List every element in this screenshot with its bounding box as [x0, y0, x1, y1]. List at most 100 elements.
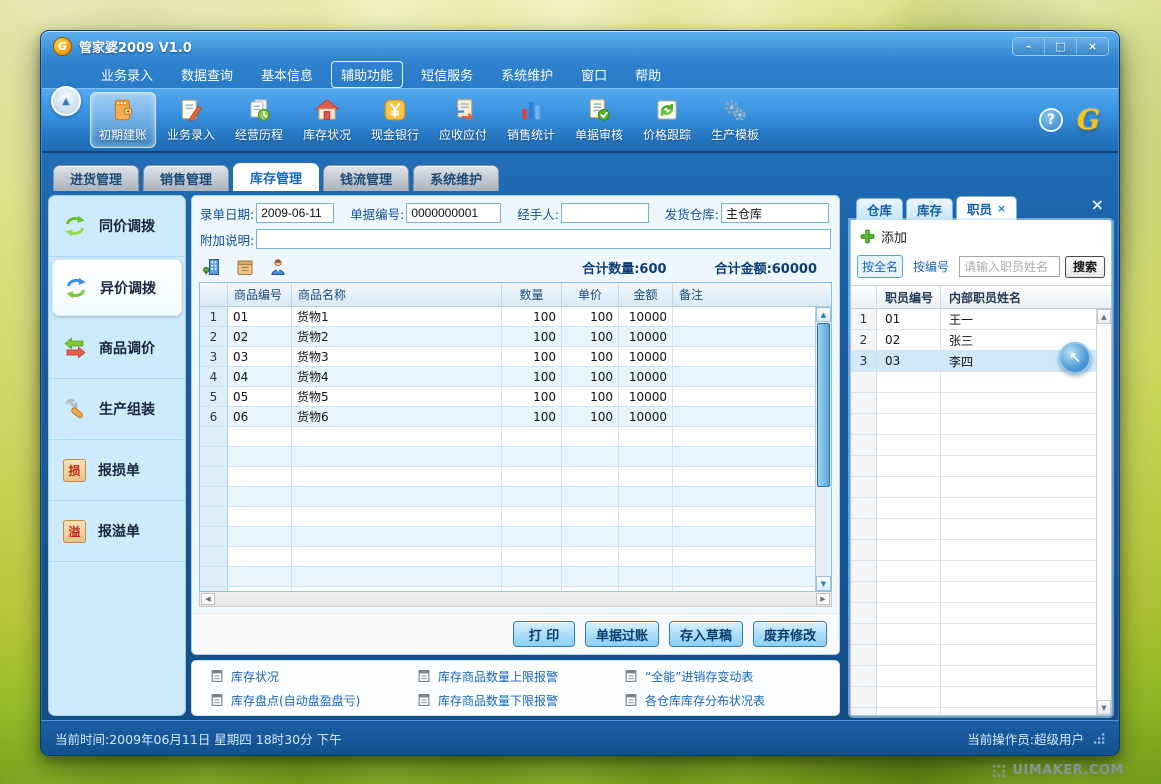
table-cell[interactable] — [941, 645, 1096, 666]
search-button[interactable]: 搜索 — [1065, 256, 1105, 278]
table-cell[interactable] — [619, 487, 673, 507]
add-row[interactable]: 添加 — [851, 220, 1111, 250]
table-cell[interactable]: 03 — [228, 347, 292, 367]
table-cell[interactable] — [851, 561, 877, 582]
table-cell[interactable] — [877, 456, 941, 477]
table-cell[interactable] — [562, 487, 619, 507]
table-cell[interactable]: 01 — [877, 309, 941, 330]
employee-row[interactable] — [851, 393, 1096, 414]
table-cell[interactable] — [228, 507, 292, 527]
table-cell[interactable]: 100 — [562, 347, 619, 367]
field-input[interactable] — [256, 203, 334, 223]
action-button[interactable]: 打 印 — [513, 621, 575, 647]
table-row[interactable]: 303货物310010010000 — [200, 347, 815, 367]
table-cell[interactable] — [673, 467, 815, 487]
menu-item-1[interactable]: 业务录入 — [91, 61, 163, 88]
table-cell[interactable] — [941, 435, 1096, 456]
table-row[interactable] — [200, 487, 815, 507]
table-cell[interactable] — [877, 477, 941, 498]
employee-row[interactable] — [851, 603, 1096, 624]
table-cell[interactable]: 100 — [502, 307, 562, 327]
employee-row[interactable] — [851, 687, 1096, 708]
toolbar-item[interactable]: 销售统计 — [498, 92, 564, 148]
table-cell[interactable] — [877, 582, 941, 603]
table-cell[interactable] — [851, 393, 877, 414]
toolbar-item[interactable]: 生产模板 — [702, 92, 768, 148]
table-cell[interactable] — [619, 427, 673, 447]
table-cell[interactable] — [851, 519, 877, 540]
table-row[interactable] — [200, 527, 815, 547]
close-button[interactable]: × — [1077, 38, 1108, 55]
table-cell[interactable] — [292, 547, 502, 567]
table-cell[interactable]: 100 — [562, 327, 619, 347]
scroll-down-icon[interactable]: ▼ — [1097, 700, 1111, 715]
table-cell[interactable] — [877, 687, 941, 708]
table-cell[interactable] — [877, 603, 941, 624]
table-cell[interactable]: 100 — [502, 327, 562, 347]
employee-icon[interactable] — [268, 257, 288, 277]
table-cell[interactable]: 货物6 — [292, 407, 502, 427]
toolbar-item[interactable]: 应收应付 — [430, 92, 496, 148]
table-cell[interactable]: 3 — [851, 351, 877, 372]
employee-row[interactable] — [851, 414, 1096, 435]
table-cell[interactable]: 05 — [228, 387, 292, 407]
employee-row[interactable] — [851, 519, 1096, 540]
menu-item-7[interactable]: 窗口 — [571, 61, 617, 88]
table-row[interactable] — [200, 467, 815, 487]
panel-tab[interactable]: 职员× — [956, 196, 1017, 220]
table-cell[interactable] — [941, 687, 1096, 708]
table-row[interactable] — [200, 507, 815, 527]
table-cell[interactable] — [619, 587, 673, 591]
horizontal-scrollbar[interactable]: ◀ ▶ — [199, 592, 832, 607]
employee-row[interactable] — [851, 582, 1096, 603]
table-cell[interactable] — [941, 519, 1096, 540]
toolbar-item[interactable]: 单据审核 — [566, 92, 632, 148]
scroll-right-icon[interactable]: ▶ — [816, 593, 830, 605]
employee-scrollbar[interactable]: ▲ ▼ — [1096, 309, 1111, 715]
table-cell[interactable] — [200, 547, 228, 567]
table-cell[interactable] — [200, 527, 228, 547]
table-cell[interactable] — [877, 498, 941, 519]
table-cell[interactable] — [673, 327, 815, 347]
employee-row[interactable]: 202张三 — [851, 330, 1096, 351]
quick-link[interactable]: 库存商品数量下限报警 — [417, 692, 624, 709]
employee-search-input[interactable] — [959, 256, 1060, 277]
table-cell[interactable] — [877, 645, 941, 666]
table-cell[interactable] — [228, 527, 292, 547]
table-cell[interactable]: 10000 — [619, 407, 673, 427]
field-input[interactable] — [721, 203, 829, 223]
employee-row[interactable] — [851, 561, 1096, 582]
table-cell[interactable] — [228, 487, 292, 507]
table-cell[interactable] — [502, 467, 562, 487]
table-cell[interactable] — [673, 547, 815, 567]
scroll-left-icon[interactable]: ◀ — [201, 593, 215, 605]
table-cell[interactable] — [562, 547, 619, 567]
toolbar-item[interactable]: 库存状况 — [294, 92, 360, 148]
resize-grip-icon[interactable] — [1094, 733, 1105, 744]
table-cell[interactable]: 10000 — [619, 327, 673, 347]
table-cell[interactable]: 货物2 — [292, 327, 502, 347]
table-cell[interactable] — [877, 414, 941, 435]
filter-by-code[interactable]: 按编号 — [908, 255, 954, 278]
goods-box-icon[interactable] — [235, 257, 255, 277]
table-cell[interactable] — [673, 447, 815, 467]
sidebar-item[interactable]: 溢报溢单 — [49, 501, 185, 562]
scrollbar-thumb[interactable] — [817, 323, 830, 487]
table-cell[interactable] — [200, 427, 228, 447]
help-icon[interactable]: ? — [1039, 108, 1063, 132]
table-cell[interactable] — [619, 447, 673, 467]
maximize-button[interactable]: □ — [1045, 38, 1077, 55]
table-cell[interactable]: 01 — [228, 307, 292, 327]
table-cell[interactable] — [877, 666, 941, 687]
table-cell[interactable] — [941, 498, 1096, 519]
menu-item-2[interactable]: 数据查询 — [171, 61, 243, 88]
table-cell[interactable]: 2 — [200, 327, 228, 347]
table-row[interactable] — [200, 447, 815, 467]
table-cell[interactable]: 3 — [200, 347, 228, 367]
table-row[interactable] — [200, 567, 815, 587]
quick-link[interactable]: 各仓库库存分布状况表 — [624, 692, 831, 709]
employee-row[interactable] — [851, 372, 1096, 393]
table-row[interactable] — [200, 547, 815, 567]
table-cell[interactable] — [228, 567, 292, 587]
table-cell[interactable]: 100 — [562, 387, 619, 407]
